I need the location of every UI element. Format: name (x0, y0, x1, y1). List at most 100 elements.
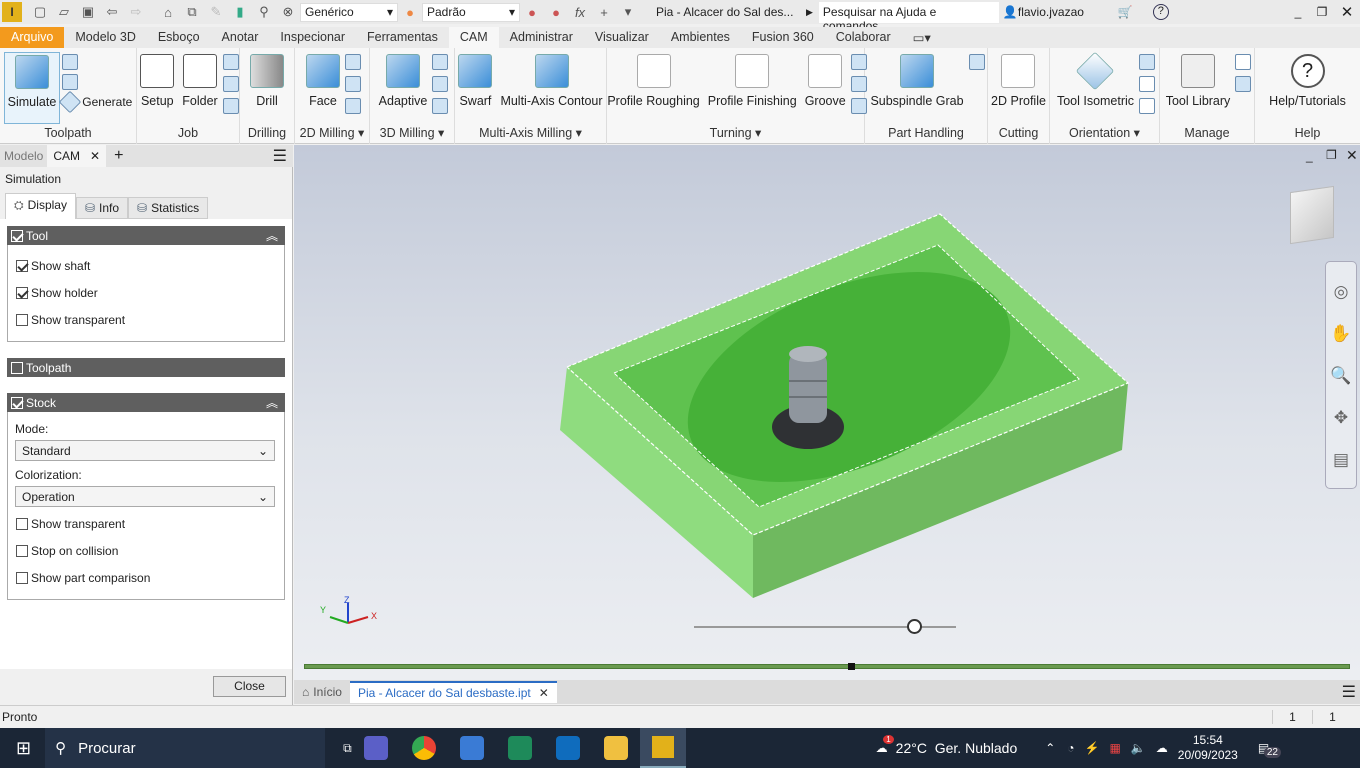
view-side-icon[interactable] (1139, 98, 1156, 114)
ribbon-toggle-icon[interactable]: ▭▾ (902, 27, 942, 48)
restore-button[interactable]: ❐ (1310, 5, 1334, 19)
stop-on-collision-option[interactable]: Stop on collision (16, 544, 118, 558)
tab-info[interactable]: ⛁ Info (75, 197, 129, 219)
tab-visualizar[interactable]: Visualizar (584, 27, 660, 48)
subspindle-grab-button[interactable]: Subspindle Grab (867, 52, 966, 124)
timeline-marker[interactable] (848, 663, 856, 670)
folder-button[interactable]: Folder (179, 52, 220, 124)
weather-text[interactable]: 22°C Ger. Nublado (896, 740, 1018, 756)
menu-icon[interactable]: ☰ (273, 146, 287, 166)
show-holder-checkbox[interactable] (16, 287, 28, 299)
volume-icon[interactable]: 🔈 (1131, 741, 1146, 755)
sketch-icon[interactable]: ✎ (206, 4, 226, 20)
profile-finishing-button[interactable]: Profile Finishing (705, 52, 800, 124)
model-canvas[interactable] (294, 145, 1360, 680)
clear-appearance-icon[interactable]: ● (522, 4, 542, 20)
measure-icon[interactable]: ⚲ (254, 4, 274, 20)
2d-profile-button[interactable]: 2D Profile (988, 52, 1049, 124)
clock[interactable]: 15:54 20/09/2023 (1178, 733, 1238, 763)
tab-fusion-360[interactable]: Fusion 360 (741, 27, 825, 48)
timeline[interactable] (304, 663, 1350, 670)
viewport-minimize[interactable]: _ (1306, 149, 1313, 163)
task-view-icon[interactable]: ⧉ (343, 741, 352, 756)
tool-section-header[interactable]: Tool ︽ (7, 226, 285, 245)
groove-button[interactable]: Groove (802, 52, 849, 124)
user-icon[interactable]: 👤 (1003, 5, 1018, 19)
close-icon[interactable]: ✕ (539, 686, 549, 700)
checkbox[interactable] (16, 545, 28, 557)
calculator-icon[interactable] (507, 736, 532, 760)
tab-modelo-3d[interactable]: Modelo 3D (64, 27, 146, 48)
onedrive-icon[interactable]: ☁ (1156, 741, 1168, 755)
steering-wheel-icon[interactable]: ◎ (1334, 282, 1349, 302)
teams-icon[interactable] (363, 736, 388, 760)
app-logo[interactable]: I (2, 2, 22, 22)
home-icon[interactable]: ⌂ (158, 4, 178, 20)
tab-cam[interactable]: CAM (448, 27, 499, 48)
view-front-icon[interactable] (1139, 54, 1156, 70)
look-at-icon[interactable]: ▤ (1333, 450, 1349, 470)
tool-library-button[interactable]: Tool Library (1163, 52, 1234, 124)
probe-icon[interactable] (222, 98, 239, 114)
add-tab-icon[interactable]: + (114, 147, 123, 165)
user-name[interactable]: flavio.jvazao (1018, 5, 1108, 19)
tab-cam-panel[interactable]: CAM ✕ (47, 145, 107, 167)
contour-icon[interactable] (345, 98, 361, 114)
swarf-button[interactable]: Swarf (455, 52, 495, 124)
toolpath-checkbox[interactable] (11, 361, 23, 374)
viewport-close[interactable]: ✕ (1346, 147, 1358, 164)
close-button[interactable]: Close (213, 676, 286, 697)
post-library-icon[interactable] (1235, 76, 1252, 92)
checkbox[interactable] (16, 518, 28, 530)
drill-button[interactable]: Drill (247, 52, 287, 124)
open-icon[interactable]: ▱ (54, 4, 74, 20)
tab-display[interactable]: ⛭ Display (5, 193, 76, 219)
simulate-button[interactable]: Simulate (3, 52, 61, 124)
collapse-icon[interactable]: ︽ (266, 227, 278, 244)
viewport-restore[interactable]: ❐ (1326, 148, 1337, 162)
close-icon[interactable]: ✕ (90, 149, 100, 163)
adjust-icon[interactable]: ● (546, 4, 566, 20)
inventor-taskbar-button[interactable] (639, 728, 686, 768)
multi-axis-contour-button[interactable]: Multi-Axis Contour (497, 52, 605, 124)
fx-icon[interactable]: fx (570, 4, 590, 20)
2d-adaptive-icon[interactable] (345, 54, 361, 70)
speed-slider[interactable] (694, 619, 956, 634)
checkbox[interactable] (16, 572, 28, 584)
generate-button[interactable]: Generate (58, 90, 132, 114)
show-transparent-tool-option[interactable]: Show transparent (16, 313, 125, 327)
show-hidden-icons[interactable]: ⌃ (1045, 741, 1055, 755)
show-transparent-stock-option[interactable]: Show transparent (16, 517, 125, 531)
show-holder-option[interactable]: Show holder (16, 286, 98, 300)
appearance-icon[interactable]: ● (400, 4, 420, 20)
menu-icon[interactable]: ☰ (1342, 682, 1356, 702)
close-window-button[interactable]: ✕ (1334, 3, 1360, 21)
show-shaft-option[interactable]: Show shaft (16, 259, 90, 273)
notifications-icon[interactable]: ▤ 22 (1258, 741, 1281, 758)
wifi-icon[interactable]: ◔ (1067, 741, 1074, 755)
view-top-icon[interactable] (1139, 76, 1156, 92)
3d-viewport[interactable]: _ ❐ ✕ ◎ ✋ 🔍 ✥ ▤ ZXY ⏮ ⊙ « ▷ » ⊙ ⏭ (294, 145, 1360, 680)
group-label[interactable]: Turning ▾ (607, 125, 864, 140)
tab-administrar[interactable]: Administrar (499, 27, 584, 48)
power-icon[interactable]: ⚡ (1085, 741, 1100, 755)
new-icon[interactable]: ▢ (30, 4, 50, 20)
material-dropdown[interactable]: Genérico ▾ (300, 2, 398, 22)
material-icon[interactable]: ⊗ (278, 4, 298, 20)
tab-statistics[interactable]: ⛁ Statistics (128, 197, 209, 219)
redo-icon[interactable]: ⇨ (126, 4, 146, 20)
undo-icon[interactable]: ⇦ (102, 4, 122, 20)
help-icon[interactable]: ? (1152, 4, 1169, 20)
tab-anotar[interactable]: Anotar (211, 27, 270, 48)
save-icon[interactable]: ▣ (78, 4, 98, 20)
tool-isometric-button[interactable]: Tool Isometric (1054, 51, 1137, 124)
adaptive-button[interactable]: Adaptive (376, 52, 431, 124)
tab-esboco[interactable]: Esboço (147, 27, 211, 48)
slider-thumb[interactable] (907, 619, 923, 634)
colorization-select[interactable]: Operation ⌄ (15, 486, 275, 507)
chrome-icon[interactable] (411, 736, 436, 760)
face-button[interactable]: Face (303, 52, 343, 124)
show-shaft-checkbox[interactable] (16, 260, 28, 272)
copilot-icon[interactable] (459, 736, 484, 760)
stock-checkbox[interactable] (11, 396, 23, 409)
